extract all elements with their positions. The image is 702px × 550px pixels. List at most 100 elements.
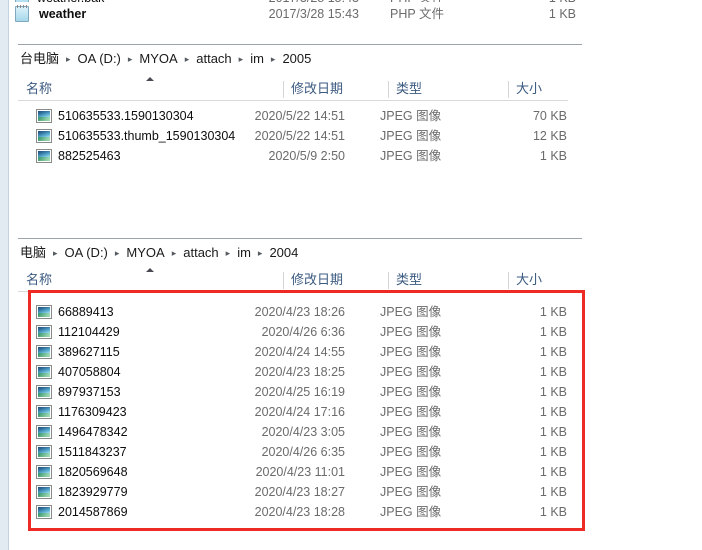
table-row[interactable]: 1176309423 2020/4/24 17:16 JPEG 图像 1 KB xyxy=(30,402,590,422)
column-header-size[interactable]: 大小 xyxy=(508,77,542,101)
jpeg-image-icon xyxy=(36,405,52,419)
jpeg-image-icon xyxy=(36,385,52,399)
file-size: 1 KB xyxy=(539,405,567,419)
file-type: PHP 文件 xyxy=(390,0,444,2)
breadcrumb-item[interactable]: MYOA xyxy=(137,50,179,68)
jpeg-image-icon xyxy=(36,325,52,339)
file-type: PHP 文件 xyxy=(390,7,444,21)
table-row[interactable]: 882525463 2020/5/9 2:50 JPEG 图像 1 KB xyxy=(30,146,590,166)
php-file-icon xyxy=(15,0,29,2)
breadcrumb-separator-icon: ▸ xyxy=(257,247,263,258)
file-size: 1 KB xyxy=(539,425,567,439)
file-name: 510635533.1590130304 xyxy=(58,109,194,123)
column-header-date[interactable]: 修改日期 xyxy=(283,77,343,101)
navigation-pane-edge xyxy=(0,0,9,550)
file-size: 70 KB xyxy=(532,109,567,123)
table-row[interactable]: 897937153 2020/4/25 16:19 JPEG 图像 1 KB xyxy=(30,382,590,402)
table-row[interactable]: 66889413 2020/4/23 18:26 JPEG 图像 1 KB xyxy=(30,302,590,322)
jpeg-image-icon xyxy=(36,425,52,439)
jpeg-image-icon xyxy=(36,109,52,123)
file-name: 389627115 xyxy=(58,345,120,359)
jpeg-image-icon xyxy=(36,465,52,479)
breadcrumb[interactable]: 电脑 ▸ OA (D:) ▸ MYOA ▸ attach ▸ im ▸ 2004 xyxy=(18,240,300,266)
file-name: 897937153 xyxy=(58,385,121,399)
file-date: 2020/4/23 18:28 xyxy=(254,505,345,519)
table-row[interactable]: 389627115 2020/4/24 14:55 JPEG 图像 1 KB xyxy=(30,342,590,362)
table-row[interactable]: weather.bak 2017/3/28 15:43 PHP 文件 1 KB xyxy=(9,0,609,2)
breadcrumb-item[interactable]: 台电脑 xyxy=(18,50,61,68)
column-header-row: 名称 修改日期 类型 大小 xyxy=(18,268,568,292)
file-size: 1 KB xyxy=(439,0,576,2)
file-size: 1 KB xyxy=(539,345,567,359)
breadcrumb[interactable]: 台电脑 ▸ OA (D:) ▸ MYOA ▸ attach ▸ im ▸ 200… xyxy=(18,46,313,72)
table-row[interactable]: weather 2017/3/28 15:43 PHP 文件 1 KB xyxy=(9,4,609,24)
file-name: 1823929779 xyxy=(58,485,128,499)
file-rows-top: weather 2017/3/28 15:43 PHP 文件 1 KB xyxy=(9,4,609,24)
file-size: 1 KB xyxy=(548,7,576,21)
column-header-type[interactable]: 类型 xyxy=(388,268,422,292)
file-size: 1 KB xyxy=(539,505,567,519)
file-date: 2017/3/28 15:43 xyxy=(199,0,359,2)
table-row[interactable]: 112104429 2020/4/26 6:36 JPEG 图像 1 KB xyxy=(30,322,590,342)
table-row[interactable]: 1496478342 2020/4/23 3:05 JPEG 图像 1 KB xyxy=(30,422,590,442)
file-rows-2004: 66889413 2020/4/23 18:26 JPEG 图像 1 KB 11… xyxy=(30,302,590,522)
column-header-row: 名称 修改日期 类型 大小 xyxy=(18,77,568,101)
jpeg-image-icon xyxy=(36,345,52,359)
breadcrumb-item[interactable]: im xyxy=(248,50,266,68)
sort-ascending-icon xyxy=(146,268,154,272)
file-date: 2020/5/9 2:50 xyxy=(268,149,345,163)
breadcrumb-separator-icon: ▸ xyxy=(66,53,71,64)
file-name: 882525463 xyxy=(58,149,121,163)
column-header-name[interactable]: 名称 xyxy=(18,77,52,101)
breadcrumb-item[interactable]: attach xyxy=(194,50,233,68)
panel-top-rule xyxy=(18,238,582,239)
column-header-date[interactable]: 修改日期 xyxy=(283,268,343,292)
breadcrumb-item[interactable]: 2004 xyxy=(267,244,300,262)
breadcrumb-item[interactable]: attach xyxy=(181,244,220,262)
file-date: 2020/5/22 14:51 xyxy=(254,109,345,123)
breadcrumb-item[interactable]: im xyxy=(235,244,253,262)
breadcrumb-separator-icon: ▸ xyxy=(171,247,177,258)
breadcrumb-item[interactable]: 电脑 xyxy=(18,244,48,262)
breadcrumb-item[interactable]: MYOA xyxy=(124,244,166,262)
table-row[interactable]: 1820569648 2020/4/23 11:01 JPEG 图像 1 KB xyxy=(30,462,590,482)
breadcrumb-separator-icon: ▸ xyxy=(225,247,231,258)
file-size: 1 KB xyxy=(539,325,567,339)
breadcrumb-item[interactable]: OA (D:) xyxy=(76,50,123,68)
breadcrumb-separator-icon: ▸ xyxy=(114,247,120,258)
table-row[interactable]: 1823929779 2020/4/23 18:27 JPEG 图像 1 KB xyxy=(30,482,590,502)
table-row[interactable]: 510635533.thumb_1590130304 2020/5/22 14:… xyxy=(30,126,590,146)
breadcrumb-item[interactable]: OA (D:) xyxy=(63,244,110,262)
table-row[interactable]: 510635533.1590130304 2020/5/22 14:51 JPE… xyxy=(30,106,590,126)
jpeg-image-icon xyxy=(36,365,52,379)
breadcrumb-item[interactable]: 2005 xyxy=(280,50,313,68)
screenshot-root: weather.bak 2017/3/28 15:43 PHP 文件 1 KB … xyxy=(0,0,702,550)
file-name: 1511843237 xyxy=(58,445,127,459)
file-date: 2020/4/23 18:26 xyxy=(254,305,345,319)
file-date: 2017/3/28 15:43 xyxy=(268,7,359,21)
file-date: 2020/4/25 16:19 xyxy=(254,385,345,399)
breadcrumb-separator-icon: ▸ xyxy=(127,53,133,64)
table-row[interactable]: 2014587869 2020/4/23 18:28 JPEG 图像 1 KB xyxy=(30,502,590,522)
file-size: 1 KB xyxy=(539,385,567,399)
file-name: 1176309423 xyxy=(58,405,127,419)
jpeg-image-icon xyxy=(36,149,52,163)
jpeg-image-icon xyxy=(36,445,52,459)
column-header-name[interactable]: 名称 xyxy=(18,268,52,292)
jpeg-image-icon xyxy=(36,485,52,499)
file-name: weather.bak xyxy=(37,0,104,2)
column-header-size[interactable]: 大小 xyxy=(508,268,542,292)
file-date: 2020/4/24 17:16 xyxy=(254,405,345,419)
file-size: 1 KB xyxy=(539,365,567,379)
file-size: 1 KB xyxy=(539,305,567,319)
file-date: 2020/4/23 18:25 xyxy=(254,365,345,379)
column-header-type[interactable]: 类型 xyxy=(388,77,422,101)
jpeg-image-icon xyxy=(36,505,52,519)
file-size: 1 KB xyxy=(539,149,567,163)
table-row[interactable]: 1511843237 2020/4/26 6:35 JPEG 图像 1 KB xyxy=(30,442,590,462)
php-file-icon xyxy=(15,5,29,22)
file-date: 2020/4/26 6:36 xyxy=(261,325,345,339)
file-date: 2020/4/23 3:05 xyxy=(261,425,345,439)
file-name: 1496478342 xyxy=(58,425,128,439)
table-row[interactable]: 407058804 2020/4/23 18:25 JPEG 图像 1 KB xyxy=(30,362,590,382)
